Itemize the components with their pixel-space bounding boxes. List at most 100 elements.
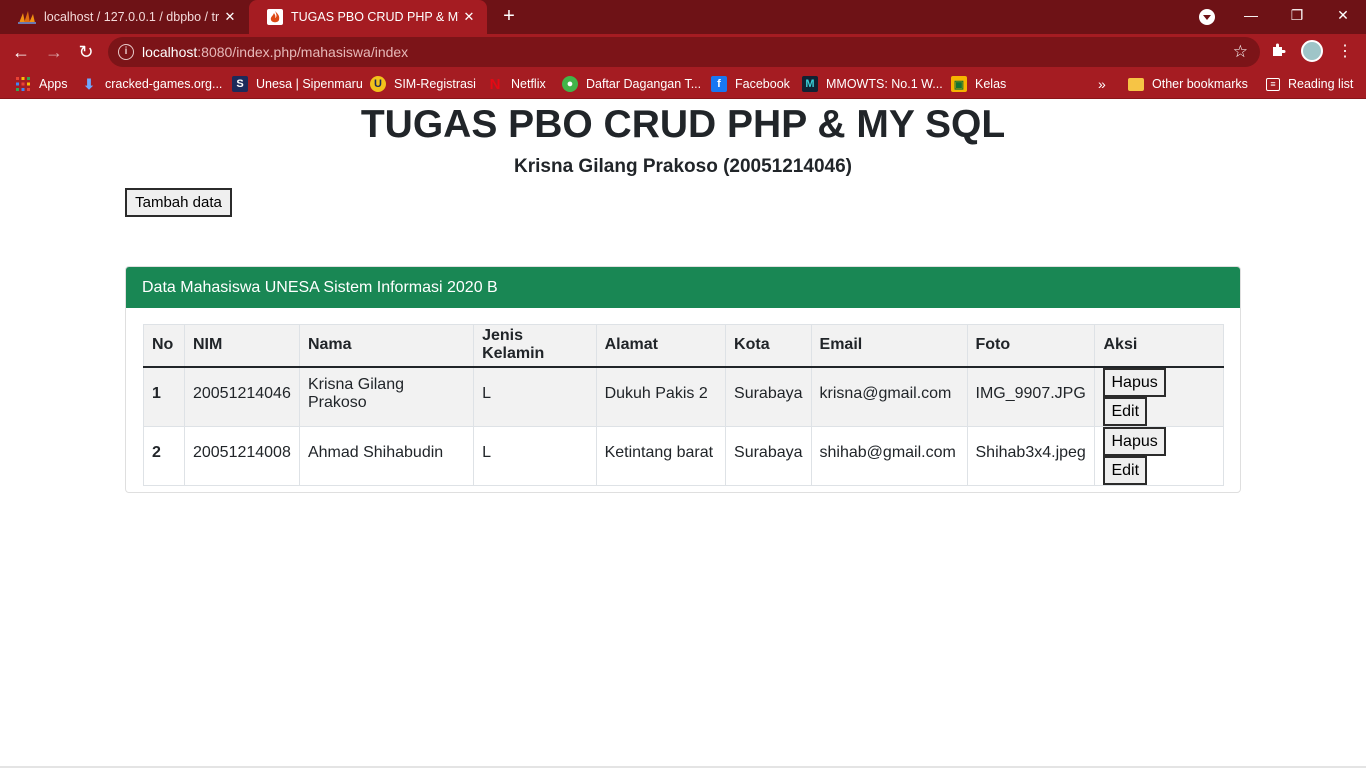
column-header-jenis-kelamin: Jenis Kelamin: [473, 324, 597, 368]
cell-text: L: [482, 443, 491, 461]
facebook-icon: f: [711, 76, 727, 92]
cell-text: 1: [152, 384, 161, 402]
url-text: localhost:8080/index.php/mahasiswa/index: [142, 44, 408, 60]
reload-icon[interactable]: ↻: [75, 41, 97, 63]
bookmark-netflix[interactable]: N Netflix: [487, 75, 546, 93]
bookmark-label: Facebook: [735, 77, 790, 91]
profile-avatar[interactable]: [1301, 40, 1323, 62]
edit-button[interactable]: Edit: [1103, 396, 1148, 426]
bookmark-sim-registrasi[interactable]: U SIM-Registrasi: [370, 76, 476, 92]
close-tab-icon[interactable]: ✕: [222, 9, 238, 25]
bookmark-facebook[interactable]: f Facebook: [711, 76, 790, 92]
download-arrow-icon: ⬇: [83, 75, 95, 92]
cell-text: 20051214046: [192, 384, 291, 402]
codeigniter-icon: [267, 9, 283, 25]
cell-text: IMG_9907.JPG: [975, 384, 1086, 402]
mahasiswa-table: No NIM Nama Jenis Kelamin Alamat Kota Em…: [143, 324, 1224, 486]
cell-kota: Surabaya: [725, 366, 812, 427]
reading-list[interactable]: ≡ Reading list: [1266, 76, 1353, 92]
bookmark-daftar-dagangan[interactable]: ● Daftar Dagangan T...: [562, 76, 701, 92]
cell-aksi: HapusEdit: [1094, 366, 1224, 427]
netflix-icon: N: [489, 75, 501, 93]
cell-alamat: Dukuh Pakis 2: [595, 366, 727, 427]
page-title: TUGAS PBO CRUD PHP & MY SQL: [360, 103, 1006, 146]
cell-nim: 20051214046: [183, 366, 300, 427]
cell-foto: Shihab3x4.jpeg: [966, 425, 1096, 486]
bookmark-sipenmaru[interactable]: S Unesa | Sipenmaru: [232, 76, 363, 92]
window-close-icon[interactable]: ✕: [1320, 0, 1366, 34]
cell-nama: Ahmad Shihabudin: [298, 425, 475, 486]
bookmark-label: SIM-Registrasi: [394, 77, 476, 91]
sipenmaru-icon: S: [232, 76, 248, 92]
bookmark-kelas[interactable]: ▣ Kelas: [951, 76, 1006, 92]
delete-button[interactable]: Hapus: [1103, 367, 1166, 397]
tab-strip: localhost / 127.0.0.1 / dbpbo / tr ✕ TUG…: [0, 0, 1366, 34]
bookmark-cracked-games[interactable]: ⬇ cracked-games.org...: [81, 76, 222, 92]
url-path: :8080/index.php/mahasiswa/index: [197, 44, 409, 60]
bookmark-other[interactable]: Other bookmarks: [1128, 76, 1248, 92]
data-card: Data Mahasiswa UNESA Sistem Informasi 20…: [125, 266, 1241, 493]
bookmark-label: Netflix: [511, 77, 546, 91]
cell-jenis-kelamin: L: [473, 425, 597, 486]
tab-tugas-pbo[interactable]: TUGAS PBO CRUD PHP & MY SQL ✕: [249, 0, 487, 34]
add-data-button[interactable]: Tambah data: [125, 188, 232, 217]
reading-list-icon: ≡: [1266, 77, 1280, 91]
page-content: TUGAS PBO CRUD PHP & MY SQL Krisna Gilan…: [0, 99, 1366, 768]
cell-kota: Surabaya: [725, 425, 812, 486]
url-host: localhost: [142, 44, 198, 60]
column-header-kota: Kota: [725, 324, 812, 368]
tab-search-icon[interactable]: [1199, 9, 1215, 25]
cell-text: Shihab3x4.jpeg: [975, 443, 1086, 461]
browser-toolbar: ← → ↻ i localhost:8080/index.php/mahasis…: [0, 34, 1366, 69]
cell-text: Surabaya: [734, 443, 803, 461]
tab-title: TUGAS PBO CRUD PHP & MY SQL: [291, 10, 459, 24]
cell-text: Ketintang barat: [604, 443, 714, 461]
extensions-puzzle-icon[interactable]: [1271, 42, 1287, 63]
cell-nim: 20051214008: [183, 425, 300, 486]
column-header-foto: Foto: [966, 324, 1096, 368]
new-tab-icon[interactable]: +: [499, 6, 519, 26]
cell-text: krisna@gmail.com: [819, 384, 952, 402]
delete-button[interactable]: Hapus: [1103, 426, 1166, 456]
folder-icon: [1128, 77, 1144, 91]
table-row: 1 20051214046 Krisna Gilang Prakoso L Du…: [143, 366, 1224, 427]
cell-alamat: Ketintang barat: [595, 425, 727, 486]
cell-email: krisna@gmail.com: [810, 366, 968, 427]
apps-grid-icon: [15, 76, 31, 92]
table-row: 2 20051214008 Ahmad Shihabudin L Ketinta…: [143, 425, 1224, 486]
minimize-icon[interactable]: —: [1228, 0, 1274, 34]
cell-nama: Krisna Gilang Prakoso: [298, 366, 475, 427]
tab-title: localhost / 127.0.0.1 / dbpbo / tr: [44, 10, 220, 24]
address-bar[interactable]: i localhost:8080/index.php/mahasiswa/ind…: [108, 37, 1260, 67]
cell-no: 2: [143, 425, 185, 486]
bookmark-star-icon[interactable]: ☆: [1233, 42, 1248, 62]
restore-icon[interactable]: ❐: [1274, 0, 1320, 34]
cell-text: 2: [152, 443, 161, 461]
cell-aksi: HapusEdit: [1094, 425, 1224, 486]
bookmarks-overflow-icon[interactable]: »: [1098, 76, 1106, 92]
cell-email: shihab@gmail.com: [810, 425, 968, 486]
back-arrow-icon[interactable]: ←: [10, 41, 32, 63]
cell-text: Surabaya: [734, 384, 803, 402]
bookmark-label: Apps: [39, 77, 68, 91]
tab-phpmyadmin[interactable]: localhost / 127.0.0.1 / dbpbo / tr ✕: [0, 0, 248, 34]
cell-text: Dukuh Pakis 2: [604, 384, 708, 402]
page-subtitle: Krisna Gilang Prakoso (20051214046): [514, 156, 852, 177]
forward-arrow-icon[interactable]: →: [43, 41, 65, 63]
bookmark-label: MMOWTS: No.1 W...: [826, 77, 943, 91]
cell-jenis-kelamin: L: [473, 366, 597, 427]
cell-text: Krisna Gilang Prakoso: [307, 375, 404, 411]
menu-kebab-icon[interactable]: ⋮: [1337, 41, 1353, 61]
cell-foto: IMG_9907.JPG: [966, 366, 1096, 427]
close-tab-icon[interactable]: ✕: [461, 9, 477, 25]
column-header-alamat: Alamat: [595, 324, 727, 368]
column-header-nama: Nama: [298, 324, 475, 368]
bookmark-mmowts[interactable]: M MMOWTS: No.1 W...: [802, 76, 943, 92]
bookmark-apps[interactable]: Apps: [15, 76, 68, 92]
unesa-logo-icon: U: [370, 76, 386, 92]
bookmark-label: Daftar Dagangan T...: [586, 77, 702, 91]
column-header-nim: NIM: [183, 324, 300, 368]
cell-text: L: [482, 384, 491, 402]
edit-button[interactable]: Edit: [1103, 455, 1148, 485]
site-info-icon[interactable]: i: [118, 44, 134, 60]
